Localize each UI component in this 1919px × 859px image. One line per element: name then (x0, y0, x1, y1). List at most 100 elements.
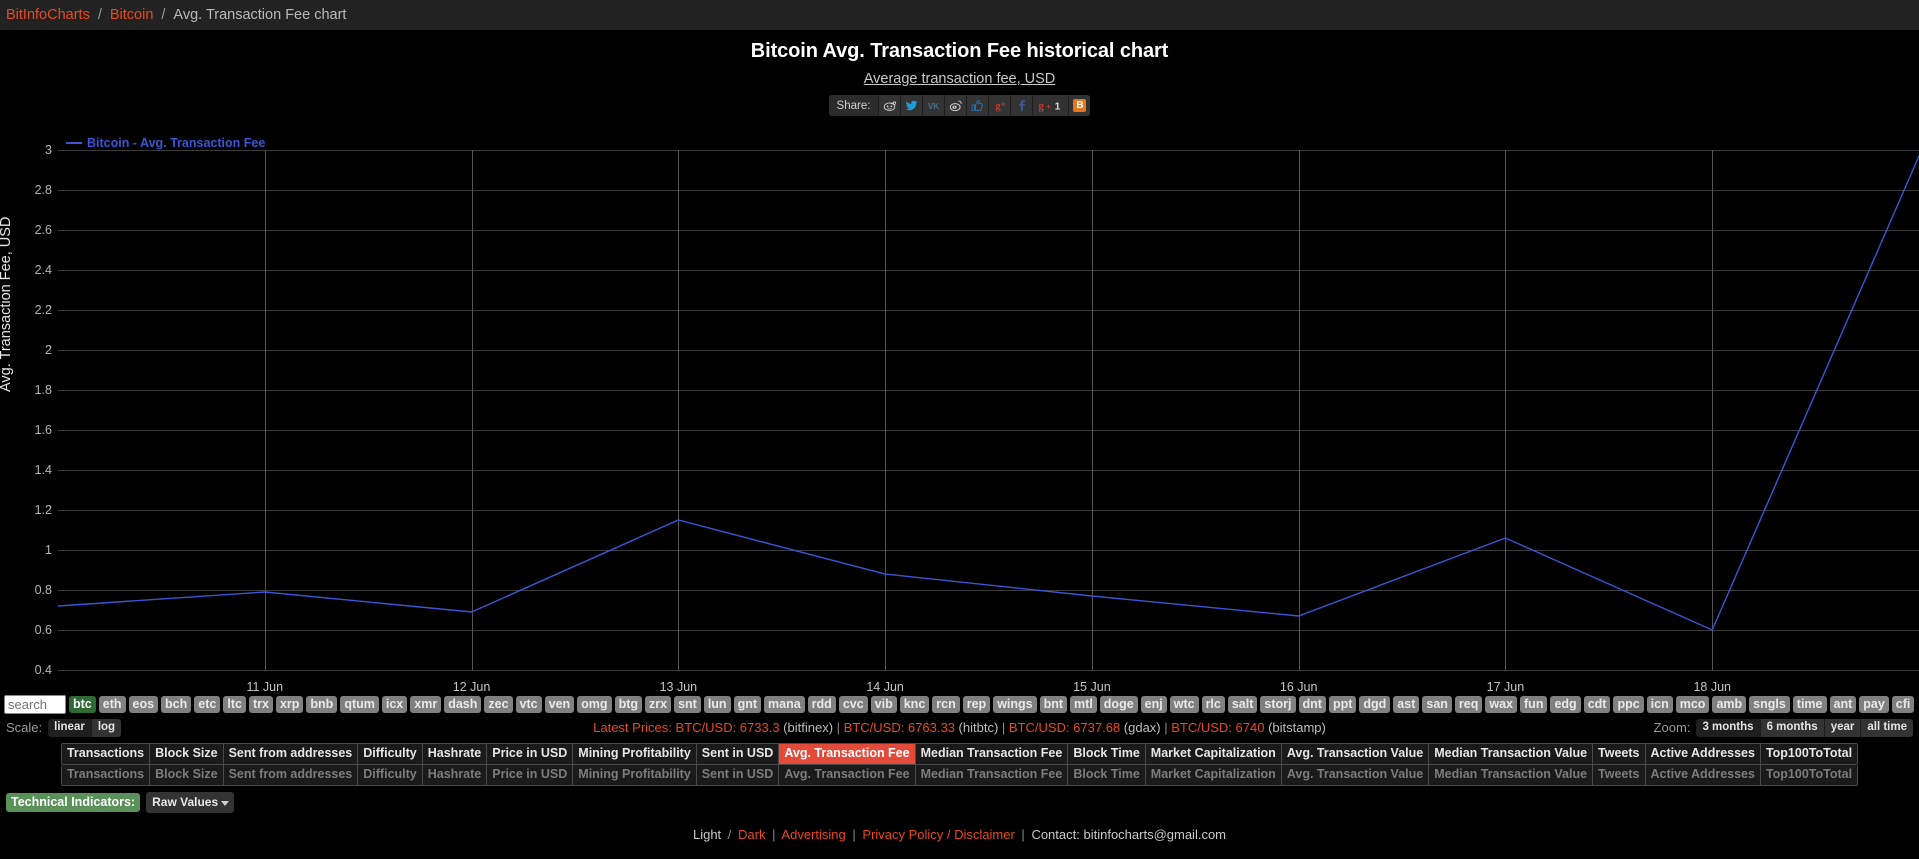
share-twitter-icon[interactable] (900, 95, 923, 116)
metric-tab-market-capitalization[interactable]: Market Capitalization (1145, 765, 1282, 785)
metric-tab-price-in-usd[interactable]: Price in USD (487, 765, 574, 785)
share-google-plus-icon[interactable]: g + (988, 95, 1011, 116)
coin-ticker-bnt[interactable]: bnt (1039, 696, 1068, 713)
metric-tab-hashrate[interactable]: Hashrate (422, 744, 488, 764)
scale-option-log[interactable]: log (91, 718, 122, 737)
coin-ticker-cdt[interactable]: cdt (1583, 696, 1611, 713)
coin-ticker-vib[interactable]: vib (870, 696, 897, 713)
zoom-option-year[interactable]: year (1824, 718, 1862, 737)
metric-tab-avg-transaction-value[interactable]: Avg. Transaction Value (1281, 765, 1430, 785)
coin-ticker-bch[interactable]: bch (161, 696, 192, 713)
coin-ticker-dnt[interactable]: dnt (1298, 696, 1326, 713)
coin-ticker-req[interactable]: req (1454, 696, 1483, 713)
coin-ticker-cvc[interactable]: cvc (838, 696, 868, 713)
coin-ticker-gnt[interactable]: gnt (733, 696, 762, 713)
share-reddit-icon[interactable] (878, 95, 901, 116)
coin-ticker-zrx[interactable]: zrx (645, 696, 672, 713)
coin-ticker-ant[interactable]: ant (1829, 696, 1857, 713)
share-thumbs-up-icon[interactable] (966, 95, 989, 116)
plot-area[interactable]: Bitcoin - Avg. Transaction Fee 3 2.8 2.6 2.… (35, 136, 1919, 694)
technical-indicators-select[interactable]: Raw Values (146, 792, 235, 813)
coin-ticker-mana[interactable]: mana (764, 696, 805, 713)
coin-ticker-doge[interactable]: doge (1099, 696, 1138, 713)
scale-option-linear[interactable]: linear (48, 718, 92, 737)
coin-ticker-wings[interactable]: wings (993, 696, 1037, 713)
coin-ticker-rcn[interactable]: rcn (932, 696, 960, 713)
metric-tab-block-size[interactable]: Block Size (150, 744, 224, 764)
share-weibo-icon[interactable] (944, 95, 967, 116)
metric-tab-sent-in-usd[interactable]: Sent in USD (696, 765, 780, 785)
coin-ticker-sngls[interactable]: sngls (1749, 696, 1790, 713)
coin-ticker-knc[interactable]: knc (899, 696, 930, 713)
coin-ticker-ast[interactable]: ast (1393, 696, 1420, 713)
metric-tab-median-transaction-fee[interactable]: Median Transaction Fee (915, 744, 1069, 764)
metric-tab-median-transaction-fee[interactable]: Median Transaction Fee (915, 765, 1069, 785)
coin-ticker-qtum[interactable]: qtum (340, 696, 379, 713)
metric-tab-block-time[interactable]: Block Time (1068, 744, 1146, 764)
share-google-plus-one-button[interactable]: g +1 (1032, 95, 1069, 116)
metric-tab-median-transaction-value[interactable]: Median Transaction Value (1429, 765, 1594, 785)
coin-ticker-san[interactable]: san (1422, 696, 1452, 713)
coin-ticker-wtc[interactable]: wtc (1169, 696, 1199, 713)
coin-ticker-wax[interactable]: wax (1485, 696, 1518, 713)
metric-tab-avg-transaction-value[interactable]: Avg. Transaction Value (1281, 744, 1430, 764)
coin-ticker-lun[interactable]: lun (703, 696, 731, 713)
metric-tab-sent-in-usd[interactable]: Sent in USD (696, 744, 780, 764)
metric-tab-avg-transaction-fee[interactable]: Avg. Transaction Fee (779, 744, 916, 764)
metric-tab-hashrate[interactable]: Hashrate (422, 765, 488, 785)
coin-ticker-eos[interactable]: eos (128, 696, 159, 713)
coin-ticker-rlc[interactable]: rlc (1201, 696, 1225, 713)
coin-ticker-zec[interactable]: zec (484, 696, 513, 713)
metric-tab-tweets[interactable]: Tweets (1593, 744, 1646, 764)
metric-tab-top100tototal[interactable]: Top100ToTotal (1760, 744, 1858, 764)
coin-ticker-storj[interactable]: storj (1260, 696, 1296, 713)
coin-ticker-enj[interactable]: enj (1140, 696, 1167, 713)
coin-ticker-icx[interactable]: icx (381, 696, 408, 713)
coin-ticker-icn[interactable]: icn (1646, 696, 1673, 713)
zoom-option-6-months[interactable]: 6 months (1760, 718, 1825, 737)
metric-tab-block-size[interactable]: Block Size (150, 765, 224, 785)
footer-privacy-link[interactable]: Privacy Policy / Disclaimer (862, 827, 1014, 842)
coin-ticker-dash[interactable]: dash (444, 696, 482, 713)
metric-tab-sent-from-addresses[interactable]: Sent from addresses (223, 765, 359, 785)
coin-ticker-ppt[interactable]: ppt (1328, 696, 1357, 713)
coin-ticker-xmr[interactable]: xmr (410, 696, 442, 713)
metric-tab-tweets[interactable]: Tweets (1593, 765, 1646, 785)
coin-ticker-time[interactable]: time (1792, 696, 1827, 713)
metric-tab-active-addresses[interactable]: Active Addresses (1645, 744, 1761, 764)
metric-tab-mining-profitability[interactable]: Mining Profitability (573, 765, 697, 785)
page-subtitle-link[interactable]: Average transaction fee, USD (864, 71, 1056, 87)
coin-ticker-mtl[interactable]: mtl (1070, 696, 1097, 713)
metric-tab-difficulty[interactable]: Difficulty (358, 744, 423, 764)
footer-light-link[interactable]: Light (693, 827, 721, 842)
coin-ticker-xrp[interactable]: xrp (275, 696, 304, 713)
coin-ticker-rdd[interactable]: rdd (807, 696, 836, 713)
coin-ticker-btg[interactable]: btg (614, 696, 642, 713)
breadcrumb-item-bitinfocharts[interactable]: BitInfoCharts (6, 7, 90, 23)
coin-ticker-rep[interactable]: rep (962, 696, 991, 713)
coin-ticker-ppc[interactable]: ppc (1613, 696, 1644, 713)
coin-ticker-snt[interactable]: snt (674, 696, 701, 713)
coin-ticker-dgd[interactable]: dgd (1359, 696, 1391, 713)
breadcrumb-item-bitcoin[interactable]: Bitcoin (110, 7, 154, 23)
footer-dark-link[interactable]: Dark (738, 827, 765, 842)
coin-ticker-edg[interactable]: edg (1550, 696, 1581, 713)
coin-ticker-ltc[interactable]: ltc (223, 696, 246, 713)
share-blogger-icon[interactable]: B (1068, 95, 1091, 116)
zoom-option-3-months[interactable]: 3 months (1696, 718, 1761, 737)
metric-tab-active-addresses[interactable]: Active Addresses (1645, 765, 1761, 785)
coin-ticker-vtc[interactable]: vtc (515, 696, 542, 713)
metric-tab-mining-profitability[interactable]: Mining Profitability (573, 744, 697, 764)
footer-advertising-link[interactable]: Advertising (781, 827, 845, 842)
search-input[interactable] (4, 695, 66, 714)
coin-ticker-amb[interactable]: amb (1712, 696, 1747, 713)
metric-tab-avg-transaction-fee[interactable]: Avg. Transaction Fee (779, 765, 916, 785)
metric-tab-sent-from-addresses[interactable]: Sent from addresses (223, 744, 359, 764)
share-vk-icon[interactable]: VK (922, 95, 945, 116)
coin-ticker-ven[interactable]: ven (544, 696, 575, 713)
zoom-option-all-time[interactable]: all time (1861, 718, 1913, 737)
coin-ticker-salt[interactable]: salt (1227, 696, 1258, 713)
metric-tab-market-capitalization[interactable]: Market Capitalization (1145, 744, 1282, 764)
coin-ticker-fun[interactable]: fun (1520, 696, 1548, 713)
coin-ticker-etc[interactable]: etc (194, 696, 221, 713)
